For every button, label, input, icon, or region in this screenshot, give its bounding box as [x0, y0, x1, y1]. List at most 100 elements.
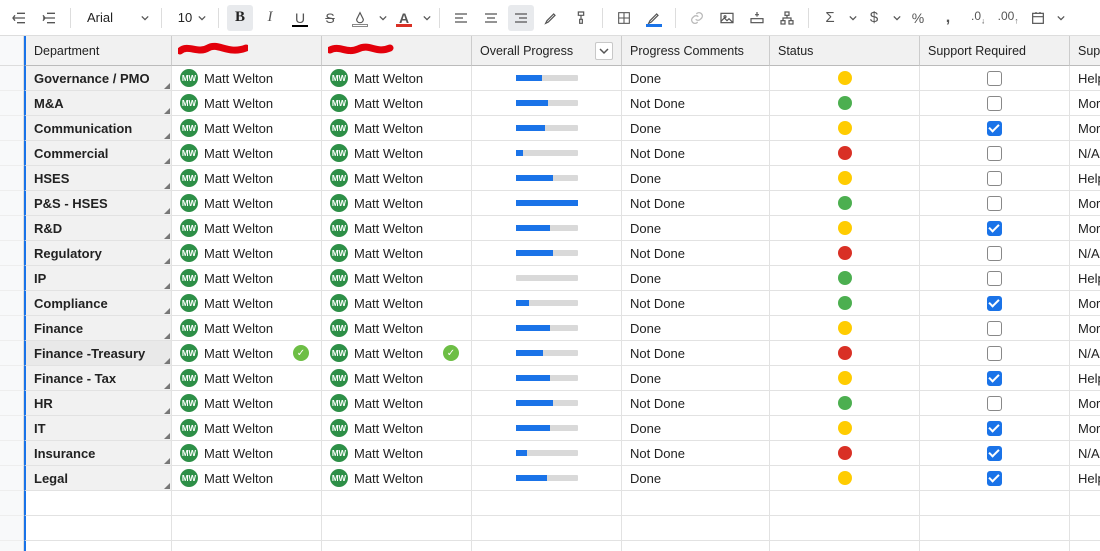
cell-assignee[interactable]: MWMatt Welton: [172, 241, 322, 266]
cell-department[interactable]: Governance / PMO: [24, 66, 172, 91]
cell-department[interactable]: M&A: [24, 91, 172, 116]
cell-note[interactable]: N/A: [1070, 141, 1100, 166]
row-header[interactable]: [0, 191, 24, 216]
support-checkbox[interactable]: [987, 221, 1002, 236]
cell-note[interactable]: Help: [1070, 266, 1100, 291]
cell-note[interactable]: Mor: [1070, 316, 1100, 341]
cell-department[interactable]: Compliance: [24, 291, 172, 316]
cell-progress[interactable]: [472, 141, 622, 166]
cell-department[interactable]: Finance -Treasury: [24, 341, 172, 366]
cell-comment[interactable]: Done: [622, 416, 770, 441]
cell-assignee[interactable]: MWMatt Welton: [172, 141, 322, 166]
currency-button[interactable]: $: [861, 5, 887, 31]
cell-note[interactable]: Help: [1070, 366, 1100, 391]
cell-status[interactable]: [770, 341, 920, 366]
empty-cell[interactable]: [622, 541, 770, 551]
cell-support[interactable]: [920, 116, 1070, 141]
cell-department[interactable]: Finance - Tax: [24, 366, 172, 391]
cell-note[interactable]: Mor: [1070, 416, 1100, 441]
date-format-dropdown[interactable]: [1055, 5, 1065, 31]
cell-support[interactable]: [920, 291, 1070, 316]
cell-support[interactable]: [920, 66, 1070, 91]
cell-comment[interactable]: Done: [622, 466, 770, 491]
cell-progress[interactable]: [472, 416, 622, 441]
cell-assignee[interactable]: MWMatt Welton: [172, 416, 322, 441]
cell-note[interactable]: Help: [1070, 166, 1100, 191]
cell-progress[interactable]: [472, 266, 622, 291]
column-header-comments[interactable]: Progress Comments: [622, 36, 770, 66]
cell-note[interactable]: N/A: [1070, 341, 1100, 366]
percent-button[interactable]: %: [905, 5, 931, 31]
column-header-support[interactable]: Support Required: [920, 36, 1070, 66]
cell-comment[interactable]: Done: [622, 166, 770, 191]
cell-status[interactable]: [770, 191, 920, 216]
cell-assignee[interactable]: MWMatt Welton: [172, 216, 322, 241]
cell-comment[interactable]: Not Done: [622, 91, 770, 116]
row-header[interactable]: [0, 366, 24, 391]
cell-note[interactable]: N/A: [1070, 241, 1100, 266]
cell-support[interactable]: [920, 191, 1070, 216]
empty-cell[interactable]: [920, 491, 1070, 516]
support-checkbox[interactable]: [987, 396, 1002, 411]
cell-department[interactable]: HR: [24, 391, 172, 416]
support-checkbox[interactable]: [987, 371, 1002, 386]
row-header[interactable]: [0, 166, 24, 191]
cell-assignee[interactable]: MWMatt Welton: [172, 316, 322, 341]
empty-cell[interactable]: [920, 541, 1070, 551]
image-button[interactable]: [714, 5, 740, 31]
cell-status[interactable]: [770, 241, 920, 266]
fill-color-dropdown[interactable]: [377, 5, 387, 31]
cell-progress[interactable]: [472, 216, 622, 241]
empty-cell[interactable]: [172, 541, 322, 551]
cell-assignee[interactable]: MWMatt Welton: [322, 216, 472, 241]
row-header[interactable]: [0, 416, 24, 441]
cell-assignee[interactable]: MWMatt Welton: [322, 416, 472, 441]
cell-status[interactable]: [770, 291, 920, 316]
cell-status[interactable]: [770, 266, 920, 291]
cell-status[interactable]: [770, 166, 920, 191]
cell-status[interactable]: [770, 216, 920, 241]
support-checkbox[interactable]: [987, 71, 1002, 86]
empty-cell[interactable]: [1070, 491, 1100, 516]
filter-button[interactable]: [595, 42, 613, 60]
font-size-select[interactable]: 10: [170, 5, 210, 31]
cell-assignee[interactable]: MWMatt Welton: [322, 391, 472, 416]
support-checkbox[interactable]: [987, 471, 1002, 486]
cell-progress[interactable]: [472, 116, 622, 141]
cell-status[interactable]: [770, 466, 920, 491]
cell-status[interactable]: [770, 66, 920, 91]
date-format-button[interactable]: [1025, 5, 1051, 31]
cell-progress[interactable]: [472, 166, 622, 191]
cell-comment[interactable]: Not Done: [622, 441, 770, 466]
support-checkbox[interactable]: [987, 146, 1002, 161]
cell-assignee[interactable]: MWMatt Welton: [172, 441, 322, 466]
cell-comment[interactable]: Done: [622, 116, 770, 141]
empty-cell[interactable]: [770, 516, 920, 541]
empty-cell[interactable]: [172, 491, 322, 516]
cell-assignee[interactable]: MWMatt Welton: [322, 291, 472, 316]
row-header[interactable]: [0, 116, 24, 141]
cell-department[interactable]: HSES: [24, 166, 172, 191]
cell-support[interactable]: [920, 441, 1070, 466]
cell-department[interactable]: Legal: [24, 466, 172, 491]
row-header[interactable]: [0, 141, 24, 166]
cell-department[interactable]: Communication: [24, 116, 172, 141]
highlighter-button[interactable]: [538, 5, 564, 31]
support-checkbox[interactable]: [987, 321, 1002, 336]
support-checkbox[interactable]: [987, 96, 1002, 111]
cell-status[interactable]: [770, 391, 920, 416]
row-header[interactable]: [0, 316, 24, 341]
row-header[interactable]: [0, 266, 24, 291]
empty-cell[interactable]: [472, 516, 622, 541]
cell-assignee[interactable]: MWMatt Welton: [172, 366, 322, 391]
cell-support[interactable]: [920, 266, 1070, 291]
sum-dropdown[interactable]: [847, 5, 857, 31]
cell-status[interactable]: [770, 316, 920, 341]
support-checkbox[interactable]: [987, 246, 1002, 261]
cell-status[interactable]: [770, 366, 920, 391]
column-header-status[interactable]: Status: [770, 36, 920, 66]
cell-progress[interactable]: [472, 191, 622, 216]
empty-cell[interactable]: [1070, 541, 1100, 551]
empty-cell[interactable]: [770, 491, 920, 516]
empty-cell[interactable]: [322, 541, 472, 551]
